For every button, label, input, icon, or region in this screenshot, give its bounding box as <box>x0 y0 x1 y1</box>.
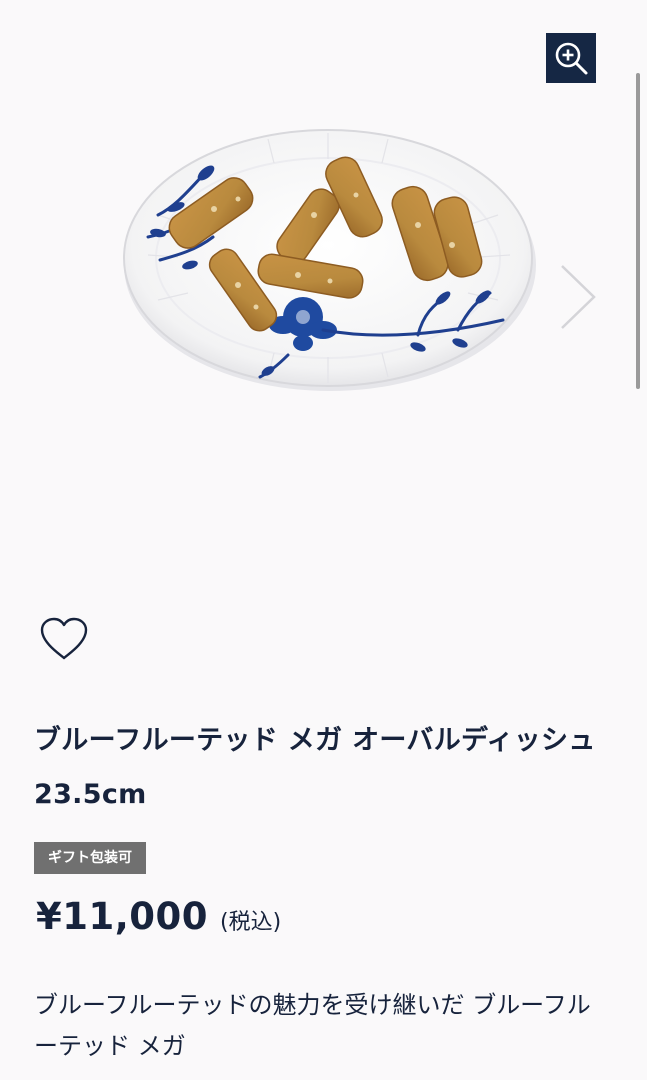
product-description: ブルーフルーテッドの魅力を受け継いだ ブルーフルーテッド メガ <box>34 991 591 1060</box>
chevron-right-icon <box>561 265 596 329</box>
scrollbar[interactable] <box>636 73 640 389</box>
price-row: ¥11,000 (税込) <box>36 895 281 955</box>
product-price: ¥11,000 <box>36 895 209 938</box>
product-page: ブルーフルーテッド メガ オーバルディッシュ 23.5cm ギフト包装可 ¥11… <box>0 0 647 1080</box>
product-image-gallery[interactable] <box>0 0 647 420</box>
gift-wrap-badge: ギフト包装可 <box>34 842 146 874</box>
tax-note: (税込) <box>220 910 282 935</box>
heart-outline-icon <box>40 617 88 660</box>
favorite-button[interactable] <box>38 615 90 663</box>
product-title: ブルーフルーテッド メガ オーバルディッシュ 23.5cm <box>34 725 596 810</box>
zoom-in-icon <box>555 42 588 75</box>
next-image-button[interactable] <box>556 262 600 332</box>
product-image[interactable] <box>118 125 538 393</box>
zoom-button[interactable] <box>546 33 596 83</box>
